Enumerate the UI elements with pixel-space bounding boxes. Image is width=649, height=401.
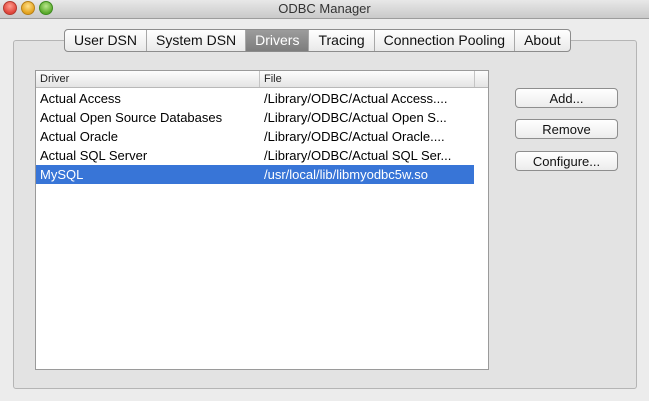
table-row[interactable]: Actual Open Source Databases /Library/OD…	[36, 108, 474, 127]
driver-name: Actual SQL Server	[40, 148, 148, 163]
table-header: Driver File	[36, 71, 488, 88]
table-row[interactable]: Actual Access /Library/ODBC/Actual Acces…	[36, 89, 474, 108]
drivers-table[interactable]: Driver File Actual Access /Library/ODBC/…	[35, 70, 489, 370]
remove-button[interactable]: Remove	[515, 119, 618, 139]
tab-drivers[interactable]: Drivers	[245, 30, 309, 51]
driver-name: Actual Open Source Databases	[40, 110, 223, 125]
tab-connection-pooling[interactable]: Connection Pooling	[373, 30, 514, 51]
tab-tracing[interactable]: Tracing	[308, 30, 373, 51]
table-row[interactable]: Actual SQL Server /Library/ODBC/Actual S…	[36, 146, 474, 165]
driver-name: MySQL	[40, 167, 84, 182]
tab-user-dsn[interactable]: User DSN	[65, 30, 146, 51]
tab-about[interactable]: About	[514, 30, 570, 51]
driver-name: Actual Access	[40, 91, 121, 106]
configure-button[interactable]: Configure...	[515, 151, 618, 171]
add-button[interactable]: Add...	[515, 88, 618, 108]
driver-name: Actual Oracle	[40, 129, 119, 144]
title-bar: ODBC Manager	[0, 0, 649, 19]
driver-file: /Library/ODBC/Actual SQL Ser...	[264, 148, 452, 163]
driver-file: /Library/ODBC/Actual Access....	[264, 91, 448, 106]
driver-file: /usr/local/lib/libmyodbc5w.so	[264, 167, 429, 182]
column-header-driver[interactable]: Driver	[40, 71, 69, 87]
driver-file: /Library/ODBC/Actual Open S...	[264, 110, 447, 125]
column-separator[interactable]	[259, 71, 260, 87]
driver-file: /Library/ODBC/Actual Oracle....	[264, 129, 445, 144]
table-row-selected[interactable]: MySQL /usr/local/lib/libmyodbc5w.so	[36, 165, 474, 184]
tab-bar: User DSN System DSN Drivers Tracing Conn…	[64, 29, 571, 52]
column-header-file[interactable]: File	[264, 71, 282, 87]
window-title: ODBC Manager	[278, 1, 371, 16]
table-row[interactable]: Actual Oracle /Library/ODBC/Actual Oracl…	[36, 127, 474, 146]
column-separator	[474, 71, 475, 87]
tab-system-dsn[interactable]: System DSN	[146, 30, 245, 51]
